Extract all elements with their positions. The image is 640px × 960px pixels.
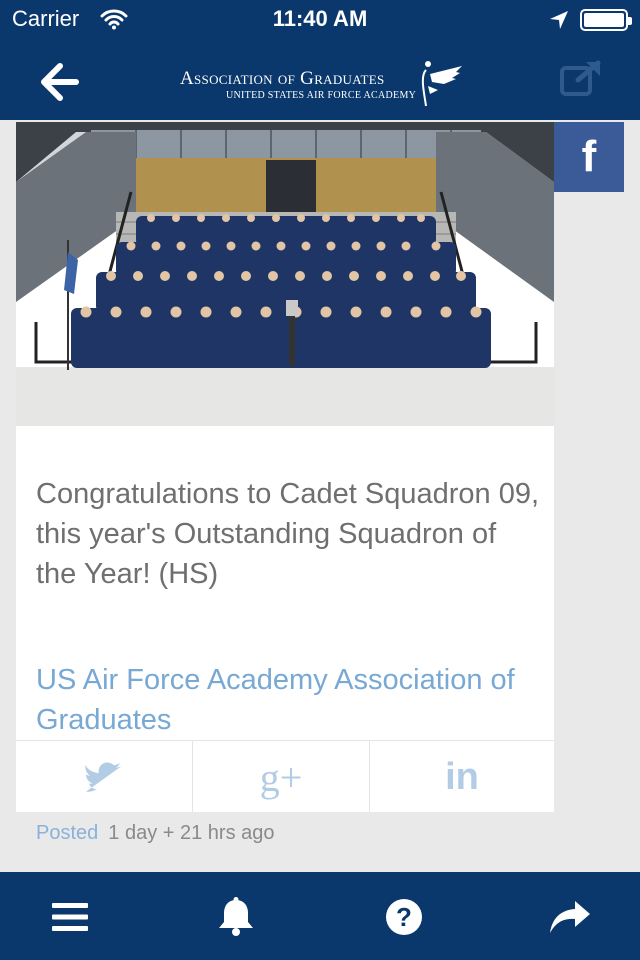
logo-title: Association of Graduates <box>180 68 385 89</box>
logo-subtitle: UNITED STATES AIR FORCE ACADEMY <box>226 90 417 101</box>
twitter-icon <box>85 762 122 792</box>
bell-icon <box>219 897 253 936</box>
bottom-tab-bar: ? <box>0 872 640 960</box>
aog-logo: Association of Graduates UNITED STATES A… <box>180 56 470 108</box>
posted-label: Posted <box>36 822 99 844</box>
tab-share[interactable] <box>545 892 595 942</box>
menu-icon <box>52 903 88 931</box>
facebook-icon: f <box>581 132 597 181</box>
app-header: Carrier 11:40 AM Association of Graduate… <box>0 0 640 120</box>
arrow-left-icon <box>41 63 79 101</box>
google-plus-icon: g+ <box>259 754 303 800</box>
facebook-button[interactable]: f <box>554 122 624 192</box>
share-twitter-button[interactable] <box>16 741 193 812</box>
post-source-link[interactable]: US Air Force Academy Association of Grad… <box>36 660 541 740</box>
status-time: 11:40 AM <box>272 6 368 31</box>
help-glyph: ? <box>396 902 412 932</box>
back-button[interactable] <box>40 62 80 102</box>
tab-notifications[interactable] <box>211 892 261 942</box>
help-icon: ? <box>386 899 422 935</box>
share-google-plus-button[interactable]: g+ <box>193 741 370 812</box>
post-message: Congratulations to Cadet Squadron 09, th… <box>36 478 540 590</box>
tab-menu[interactable] <box>45 892 95 942</box>
share-linkedin-button[interactable]: in <box>370 741 554 812</box>
squadron-group-photo <box>16 122 554 426</box>
tab-help[interactable]: ? <box>379 892 429 942</box>
external-link-icon <box>560 60 601 96</box>
posted-ago: 1 day + 21 hrs ago <box>108 822 275 844</box>
post-card: Congratulations to Cadet Squadron 09, th… <box>16 122 554 812</box>
post-timestamp: Posted 1 day + 21 hrs ago <box>36 822 275 845</box>
battery-icon <box>580 9 632 31</box>
post-photo[interactable] <box>16 122 554 426</box>
status-bar: Carrier 11:40 AM <box>0 0 640 40</box>
wings-emblem-icon <box>421 61 462 107</box>
linkedin-icon: in <box>445 755 479 798</box>
share-bar: g+ in <box>16 740 554 812</box>
share-icon <box>550 901 590 933</box>
location-arrow-icon <box>548 9 570 36</box>
external-share-button[interactable] <box>560 60 602 96</box>
